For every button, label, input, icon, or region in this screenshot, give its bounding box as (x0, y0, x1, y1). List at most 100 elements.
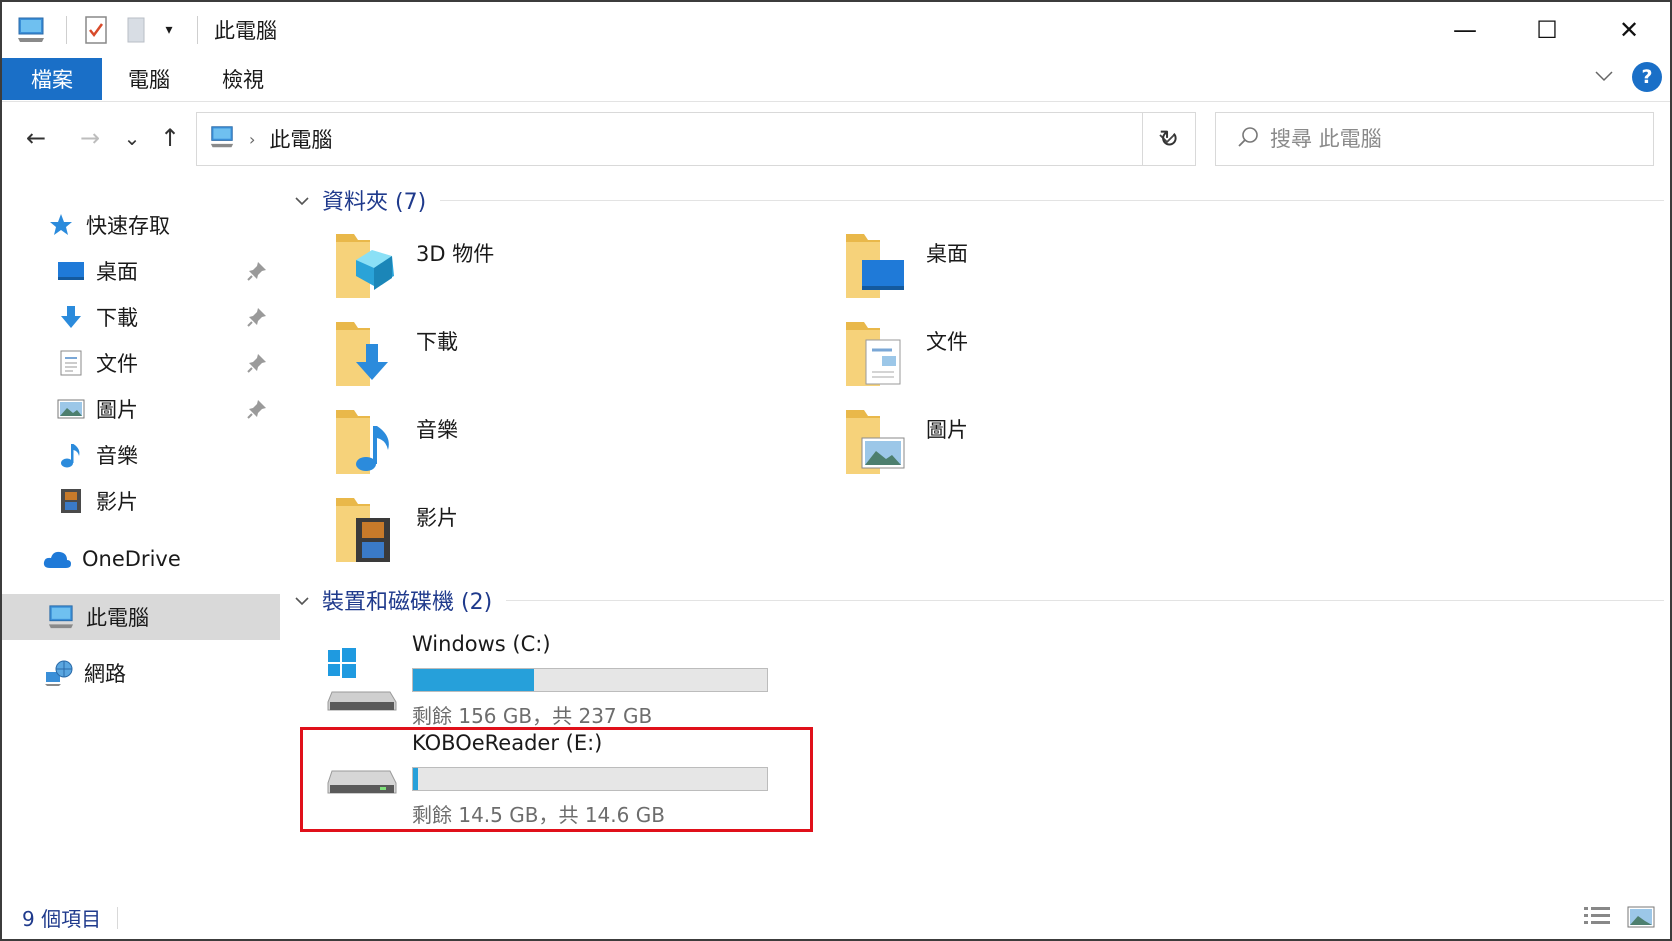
pin-icon[interactable] (246, 352, 268, 374)
pin-icon[interactable] (246, 398, 268, 420)
film-icon (56, 486, 86, 516)
folders-group-header[interactable]: 資料夾 (7) (294, 184, 1664, 216)
sidebar-item-documents[interactable]: 文件 (2, 340, 280, 386)
group-label: 資料夾 (7) (322, 190, 427, 215)
search-input[interactable] (1270, 127, 1630, 151)
sidebar-item-label: 下載 (96, 306, 138, 330)
breadcrumb-this-pc[interactable]: 此電腦 (269, 124, 332, 154)
maximize-button[interactable]: ☐ (1506, 2, 1588, 58)
window-controls: — ☐ ✕ (1424, 2, 1670, 58)
search-icon (1236, 125, 1260, 153)
network-icon (44, 658, 74, 688)
sidebar-item-downloads[interactable]: 下載 (2, 294, 280, 340)
this-pc-icon (46, 602, 76, 632)
selection-highlight-box (300, 727, 813, 832)
window-title: 此電腦 (214, 19, 277, 43)
properties-icon[interactable] (79, 13, 113, 47)
pin-icon[interactable] (246, 306, 268, 328)
folder-desktop[interactable]: 桌面 (804, 230, 1204, 314)
search-box (1215, 112, 1654, 166)
sidebar-item-desktop[interactable]: 桌面 (2, 248, 280, 294)
this-pc-icon[interactable] (14, 13, 48, 47)
music-note-icon (56, 440, 86, 470)
folder-name: 文件 (926, 330, 968, 354)
sidebar-item-pictures[interactable]: 圖片 (2, 386, 280, 432)
desktop-folder-icon (844, 230, 908, 302)
tab-view[interactable]: 檢視 (204, 58, 282, 100)
folder-name: 3D 物件 (416, 242, 495, 266)
3d-cube-folder-icon (334, 230, 398, 302)
sidebar-item-this-pc[interactable]: 此電腦 (2, 594, 280, 640)
folder-videos[interactable]: 影片 (294, 494, 694, 578)
download-arrow-icon (56, 302, 86, 332)
large-icons-view-icon[interactable] (1626, 904, 1660, 932)
view-buttons (1572, 904, 1660, 932)
star-icon (46, 210, 76, 240)
sidebar-item-music[interactable]: 音樂 (2, 432, 280, 478)
new-folder-icon[interactable] (119, 13, 153, 47)
folder-music[interactable]: 音樂 (294, 406, 694, 490)
sidebar-item-label: 影片 (96, 490, 138, 514)
folder-name: 音樂 (416, 418, 458, 442)
ribbon: 檔案 電腦 檢視 ? (2, 58, 1670, 102)
collapse-chevron-icon[interactable] (294, 191, 310, 210)
close-button[interactable]: ✕ (1588, 2, 1670, 58)
toolbar-separator (66, 16, 67, 44)
windows-drive-icon (326, 644, 398, 714)
minimize-button[interactable]: — (1424, 2, 1506, 58)
drives-group-header[interactable]: 裝置和磁碟機 (2) (294, 584, 1664, 616)
folder-documents[interactable]: 文件 (804, 318, 1204, 402)
document-icon (56, 348, 86, 378)
sidebar-item-onedrive[interactable]: OneDrive (2, 536, 280, 582)
sidebar-item-network[interactable]: 網路 (2, 650, 280, 696)
refresh-button[interactable]: ↻ (1142, 112, 1196, 166)
tab-file[interactable]: 檔案 (2, 58, 102, 100)
navigation-pane: 快速存取 桌面 下載 文件 圖片 音樂 影片 OneDrive 此電腦 網路 (2, 174, 282, 894)
up-button[interactable]: ↑ (152, 120, 188, 156)
sidebar-item-label: 快速存取 (86, 214, 170, 238)
drive-usage-fill (413, 669, 535, 691)
forward-button[interactable]: → (72, 120, 108, 156)
address-bar[interactable]: › 此電腦 (196, 112, 1196, 166)
folder-pictures[interactable]: 圖片 (804, 406, 1204, 490)
sidebar-item-videos[interactable]: 影片 (2, 478, 280, 524)
folder-downloads[interactable]: 下載 (294, 318, 694, 402)
folder-name: 圖片 (926, 418, 968, 442)
desktop-icon (56, 256, 86, 286)
download-folder-icon (334, 318, 398, 390)
folder-name: 下載 (416, 330, 458, 354)
drive-usage-bar (412, 668, 768, 692)
drive-name: Windows (C:) (412, 632, 551, 656)
collapse-chevron-icon[interactable] (294, 591, 310, 610)
group-label: 裝置和磁碟機 (2) (322, 590, 493, 615)
back-button[interactable]: ← (18, 120, 54, 156)
customize-dropdown-icon[interactable]: ▾ (159, 13, 179, 47)
details-view-icon[interactable] (1582, 904, 1616, 932)
folder-3d-objects[interactable]: 3D 物件 (294, 230, 694, 314)
expand-ribbon-icon[interactable] (1594, 68, 1614, 87)
picture-icon (56, 394, 86, 424)
music-folder-icon (334, 406, 398, 478)
sidebar-item-label: OneDrive (82, 547, 181, 571)
folder-name: 桌面 (926, 242, 968, 266)
status-bar: 9 個項目 (2, 894, 1670, 941)
group-divider (506, 599, 1664, 601)
sidebar-item-quick-access[interactable]: 快速存取 (2, 202, 280, 248)
this-pc-icon (209, 125, 235, 153)
video-folder-icon (334, 494, 398, 566)
sidebar-item-label: 圖片 (96, 398, 138, 422)
drive-windows-c[interactable]: Windows (C:) 剩餘 156 GB，共 237 GB (314, 626, 792, 732)
title-bar: ▾ 此電腦 — ☐ ✕ (2, 2, 1670, 58)
navigation-bar: ← → ⌄ ↑ › 此電腦 ↻ (2, 102, 1670, 174)
quick-access-toolbar: ▾ 此電腦 (2, 2, 277, 58)
picture-folder-icon (844, 406, 908, 478)
pin-icon[interactable] (246, 260, 268, 282)
sidebar-item-label: 文件 (96, 352, 138, 376)
cloud-icon (42, 544, 72, 574)
recent-locations-button[interactable]: ⌄ (114, 120, 150, 156)
sidebar-item-label: 音樂 (96, 444, 138, 468)
file-explorer-window: ▾ 此電腦 — ☐ ✕ 檔案 電腦 檢視 ? ← → ⌄ ↑ › 此電腦 ↻ 搜… (0, 0, 1672, 941)
help-button[interactable]: ? (1632, 62, 1662, 92)
breadcrumb-chevron-icon[interactable]: › (249, 130, 255, 149)
tab-computer[interactable]: 電腦 (110, 58, 188, 100)
